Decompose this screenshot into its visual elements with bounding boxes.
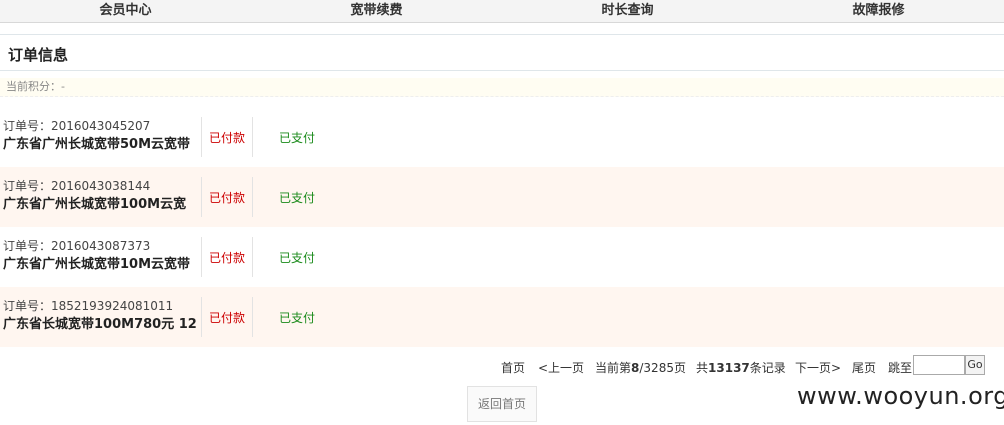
column-divider	[201, 117, 202, 157]
column-divider	[201, 297, 202, 337]
next-page-link[interactable]: 下一页>	[795, 359, 841, 376]
order-number: 订单号：2016043045207	[3, 119, 151, 133]
go-button[interactable]: Go	[965, 355, 985, 375]
order-info: 订单号：2016043038144 广东省广州长城宽带100M云宽	[3, 178, 199, 214]
payment-state: 已付款	[209, 191, 246, 205]
order-info: 订单号：2016043087373 广东省广州长城宽带10M云宽带	[3, 238, 199, 274]
product-name: 广东省广州长城宽带10M云宽带	[3, 257, 191, 272]
order-number: 订单号：2016043038144	[3, 179, 151, 193]
order-status: 已支付	[279, 311, 316, 325]
nav-fault-report[interactable]: 故障报修	[753, 0, 1004, 22]
order-row[interactable]: 订单号：2016043087373 广东省广州长城宽带10M云宽带 已付款 已支…	[0, 227, 1004, 287]
nav-duration-query[interactable]: 时长查询	[502, 0, 753, 22]
page-title: 订单信息	[8, 46, 69, 64]
product-name: 广东省广州长城宽带50M云宽带	[3, 137, 191, 152]
nav-broadband-renewal[interactable]: 宽带续费	[251, 0, 502, 22]
column-divider	[252, 297, 253, 337]
order-row[interactable]: 订单号：2016043045207 广东省广州长城宽带50M云宽带 已付款 已支…	[0, 107, 1004, 167]
column-divider	[252, 237, 253, 277]
record-count: 13137	[708, 361, 750, 375]
pagination: 首页 <上一页 当前第8/3285页 共13137条记录 下一页> 尾页 跳至 …	[0, 355, 1004, 379]
current-page-info: 当前第8/3285页	[595, 359, 686, 376]
column-divider	[201, 237, 202, 277]
record-count-prefix: 共	[696, 361, 709, 375]
order-status: 已支付	[279, 131, 316, 145]
nav-member-center[interactable]: 会员中心	[0, 0, 251, 22]
record-count-suffix: 条记录	[749, 361, 786, 375]
column-divider	[252, 117, 253, 157]
order-number: 订单号：2016043087373	[3, 239, 151, 253]
order-row[interactable]: 订单号：1852193924081011 广东省长城宽带100M780元 12 …	[0, 287, 1004, 347]
watermark: www.wooyun.org	[797, 382, 1004, 410]
section-header: 订单信息	[0, 34, 1004, 71]
order-status: 已支付	[279, 191, 316, 205]
top-navigation: 会员中心 宽带续费 时长查询 故障报修	[0, 0, 1004, 23]
points-bar: 当前积分：-	[0, 78, 1004, 97]
product-name: 广东省长城宽带100M780元 12	[3, 317, 197, 332]
column-divider	[201, 177, 202, 217]
payment-state: 已付款	[209, 311, 246, 325]
back-to-home-button[interactable]: 返回首页	[467, 386, 537, 422]
jump-label: 跳至	[888, 361, 913, 375]
first-page-link[interactable]: 首页	[501, 359, 525, 376]
product-name: 广东省广州长城宽带100M云宽	[3, 197, 187, 212]
total-pages: /3285页	[639, 361, 686, 375]
prev-page-link[interactable]: <上一页	[538, 359, 584, 376]
last-page-link[interactable]: 尾页	[852, 359, 876, 376]
order-number: 订单号：1852193924081011	[3, 299, 174, 313]
column-divider	[252, 177, 253, 217]
record-count-info: 共13137条记录	[696, 359, 786, 376]
order-info: 订单号：1852193924081011 广东省长城宽带100M780元 12	[3, 298, 199, 334]
current-page-prefix: 当前第	[595, 361, 632, 375]
jump-page-input[interactable]	[913, 355, 965, 375]
order-row[interactable]: 订单号：2016043038144 广东省广州长城宽带100M云宽 已付款 已支…	[0, 167, 1004, 227]
order-status: 已支付	[279, 251, 316, 265]
order-list: 订单号：2016043045207 广东省广州长城宽带50M云宽带 已付款 已支…	[0, 107, 1004, 347]
payment-state: 已付款	[209, 131, 246, 145]
order-info: 订单号：2016043045207 广东省广州长城宽带50M云宽带	[3, 118, 199, 154]
payment-state: 已付款	[209, 251, 246, 265]
points-label: 当前积分：-	[6, 80, 65, 93]
